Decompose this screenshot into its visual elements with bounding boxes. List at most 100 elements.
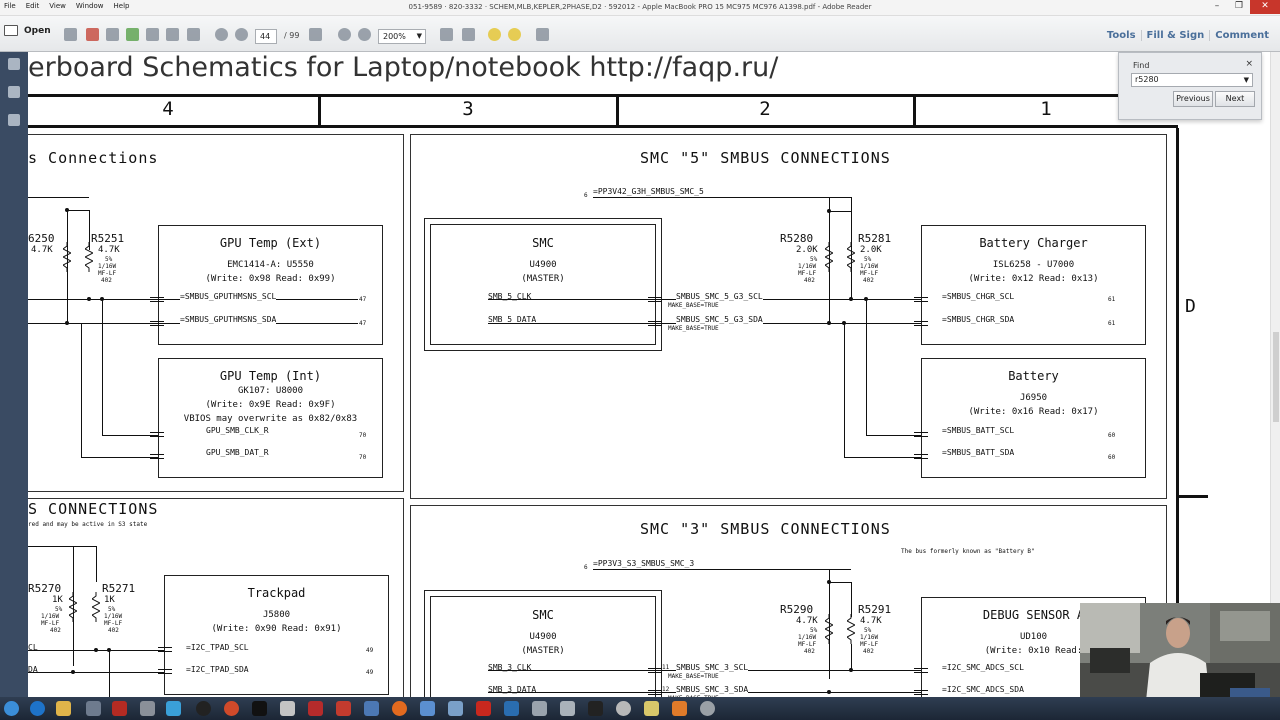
app-icon[interactable]: [420, 701, 435, 716]
box-part: GK107: U8000: [237, 386, 304, 396]
adobe-reader-icon[interactable]: [476, 701, 491, 716]
app-icon[interactable]: [504, 701, 519, 716]
firefox-icon[interactable]: [392, 701, 407, 716]
start-icon[interactable]: [4, 701, 19, 716]
chevron-down-icon[interactable]: ▼: [1244, 74, 1249, 86]
box-addr: (Write: 0x90 Read: 0x91): [211, 624, 342, 634]
box-addr: (Write: 0x12 Read: 0x13): [968, 274, 1099, 284]
right-panel-tabs: Tools Fill & Sign Comment: [1102, 30, 1274, 41]
app-icon[interactable]: [588, 701, 603, 716]
wire: [593, 197, 851, 198]
app-icon[interactable]: [448, 701, 463, 716]
pages-icon[interactable]: [8, 58, 20, 70]
upload-icon[interactable]: [126, 28, 139, 41]
create-icon[interactable]: [64, 28, 77, 41]
app-icon[interactable]: [308, 701, 323, 716]
find-query: r5280: [1135, 75, 1159, 84]
pdf-icon[interactable]: [86, 28, 99, 41]
wire: [593, 569, 851, 570]
rail-label: =PP3V3_S3_SMBUS_SMC_3: [593, 559, 695, 568]
fit-page-icon[interactable]: [440, 28, 453, 41]
edit-icon[interactable]: [106, 28, 119, 41]
pin-marker: [150, 454, 164, 459]
scrollbar-thumb[interactable]: [1273, 332, 1279, 422]
print-icon[interactable]: [166, 28, 179, 41]
app-icon[interactable]: [166, 701, 181, 716]
close-icon[interactable]: ✕: [1250, 0, 1280, 14]
vertical-scrollbar[interactable]: [1270, 52, 1280, 697]
smc3-box: SMC U4900 (MASTER): [430, 596, 656, 697]
app-icon[interactable]: [364, 701, 379, 716]
gpu-temp-int-box: GPU Temp (Int) GK107: U8000 (Write: 0x9E…: [158, 358, 383, 478]
box-title: Trackpad: [247, 586, 306, 600]
app-icon[interactable]: [532, 701, 547, 716]
res-tol: 5%: [864, 627, 872, 634]
zoom-input[interactable]: 200% ▼: [378, 29, 426, 44]
save-icon[interactable]: [146, 28, 159, 41]
tab-fill-sign[interactable]: Fill & Sign: [1140, 30, 1210, 41]
fit-width-icon[interactable]: [462, 28, 475, 41]
resistor-symbol: [63, 242, 71, 272]
app-icon[interactable]: [280, 701, 295, 716]
res-value: 4.7K: [796, 616, 818, 626]
comment-icon[interactable]: [488, 28, 501, 41]
open-button[interactable]: Open: [4, 25, 51, 36]
pin-number: 6: [584, 564, 588, 571]
app-icon[interactable]: [336, 701, 351, 716]
document-page[interactable]: erboard Schematics for Laptop/notebook h…: [28, 52, 1280, 697]
res-value: 4.7K: [31, 245, 53, 255]
close-icon[interactable]: ×: [1245, 59, 1253, 69]
res-type: MF-LF: [860, 270, 879, 277]
pin-number: 47: [359, 296, 367, 303]
filezilla-icon[interactable]: [112, 701, 127, 716]
app-icon[interactable]: [616, 701, 631, 716]
fullscreen-icon[interactable]: [536, 28, 549, 41]
res-type: MF-LF: [860, 641, 879, 648]
prev-page-icon[interactable]: [215, 28, 228, 41]
zoom-in-icon[interactable]: [358, 28, 371, 41]
wire: [829, 211, 851, 212]
res-tol: 5%: [105, 256, 113, 263]
app-icon[interactable]: [252, 701, 267, 716]
pin-marker: [150, 297, 164, 302]
page-number-input[interactable]: 44: [255, 29, 277, 44]
find-input[interactable]: r5280 ▼: [1131, 73, 1253, 87]
tab-comment[interactable]: Comment: [1209, 30, 1274, 41]
find-label: Find: [1133, 61, 1150, 70]
res-type: MF-LF: [798, 641, 817, 648]
app-icon[interactable]: [560, 701, 575, 716]
email-icon[interactable]: [187, 28, 200, 41]
junction-dot: [849, 668, 853, 672]
attachments-icon[interactable]: [8, 86, 20, 98]
box-title: SMC: [532, 608, 554, 622]
next-page-icon[interactable]: [235, 28, 248, 41]
app-icon[interactable]: [644, 701, 659, 716]
net-label: =SMBUS_CHGR_SCL: [942, 292, 1015, 301]
tab-tools[interactable]: Tools: [1102, 30, 1141, 41]
layers-icon[interactable]: [8, 114, 20, 126]
zone-letter-d: D: [1185, 296, 1196, 317]
explorer-icon[interactable]: [56, 701, 71, 716]
res-ref: R5291: [858, 603, 892, 616]
highlight-icon[interactable]: [508, 28, 521, 41]
next-button[interactable]: Next: [1215, 91, 1255, 107]
hand-tool-icon[interactable]: [309, 28, 322, 41]
net-label: =I2C_TPAD_SDA: [186, 665, 249, 674]
res-ref-r5280[interactable]: R5280: [780, 232, 813, 245]
ie-icon[interactable]: [30, 701, 45, 716]
zoom-out-icon[interactable]: [338, 28, 351, 41]
app-icon[interactable]: [224, 701, 239, 716]
chevron-down-icon[interactable]: ▼: [417, 30, 422, 43]
previous-button[interactable]: Previous: [1173, 91, 1213, 107]
app-icon[interactable]: [700, 701, 715, 716]
minimize-icon[interactable]: –: [1206, 0, 1228, 14]
app-icon[interactable]: [86, 701, 101, 716]
app-icon[interactable]: [196, 701, 211, 716]
navigation-pane: [0, 52, 28, 697]
net-label: =SMBUS_GPUTHMSNS_SDA: [180, 315, 277, 324]
app-icon[interactable]: [140, 701, 155, 716]
app-icon[interactable]: [672, 701, 687, 716]
maximize-icon[interactable]: ❐: [1228, 0, 1250, 14]
res-value: 1K: [52, 595, 63, 605]
net-label: =SMBUS_BATT_SCL: [942, 426, 1015, 435]
